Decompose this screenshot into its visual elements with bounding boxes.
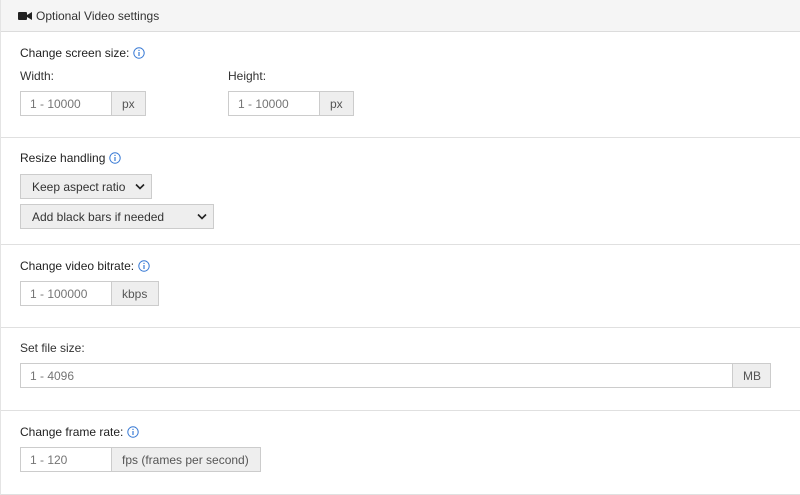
black-bars-select[interactable]: Add black bars if needed	[20, 204, 214, 229]
chevron-down-icon	[197, 213, 207, 220]
screen-size-section: Change screen size: Width: px Height: px	[1, 32, 800, 138]
info-icon[interactable]	[127, 426, 140, 438]
file-size-input[interactable]	[20, 363, 732, 388]
bitrate-input-group: kbps	[20, 281, 159, 306]
info-icon[interactable]	[109, 152, 122, 164]
video-settings-panel: Optional Video settings Change screen si…	[0, 0, 800, 495]
frame-rate-input-group: fps (frames per second)	[20, 447, 261, 472]
width-label: Width:	[20, 69, 55, 83]
width-input-group: px	[20, 91, 146, 116]
info-icon[interactable]	[133, 47, 146, 59]
frame-rate-input[interactable]	[20, 447, 111, 472]
screen-size-label: Change screen size:	[20, 46, 130, 60]
bitrate-unit: kbps	[111, 281, 159, 306]
black-bars-select-value: Add black bars if needed	[32, 209, 165, 224]
frame-rate-unit: fps (frames per second)	[111, 447, 261, 472]
height-unit: px	[319, 91, 354, 116]
info-icon[interactable]	[138, 260, 150, 272]
video-bitrate-section: Change video bitrate: kbps	[1, 245, 800, 328]
width-unit: px	[111, 91, 146, 116]
file-size-section: Set file size: MB	[1, 328, 800, 411]
frame-rate-label: Change frame rate:	[20, 425, 124, 439]
width-input[interactable]	[20, 91, 111, 116]
resize-handling-section: Resize handling Keep aspect ratio Add bl…	[1, 138, 800, 245]
frame-rate-section: Change frame rate: fps (frames per secon…	[1, 411, 800, 495]
aspect-ratio-select-value: Keep aspect ratio	[32, 179, 126, 194]
video-bitrate-label: Change video bitrate:	[20, 259, 135, 273]
file-size-label: Set file size:	[20, 341, 85, 355]
resize-handling-label: Resize handling	[20, 151, 106, 165]
video-camera-icon	[18, 11, 32, 21]
height-label: Height:	[228, 69, 267, 83]
height-input[interactable]	[228, 91, 319, 116]
bitrate-input[interactable]	[20, 281, 111, 306]
panel-title: Optional Video settings	[36, 8, 160, 23]
file-size-input-group: MB	[20, 363, 771, 388]
panel-header[interactable]: Optional Video settings	[1, 0, 800, 32]
chevron-down-icon	[135, 183, 145, 190]
height-input-group: px	[228, 91, 354, 116]
file-size-unit: MB	[732, 363, 771, 388]
aspect-ratio-select[interactable]: Keep aspect ratio	[20, 174, 152, 199]
